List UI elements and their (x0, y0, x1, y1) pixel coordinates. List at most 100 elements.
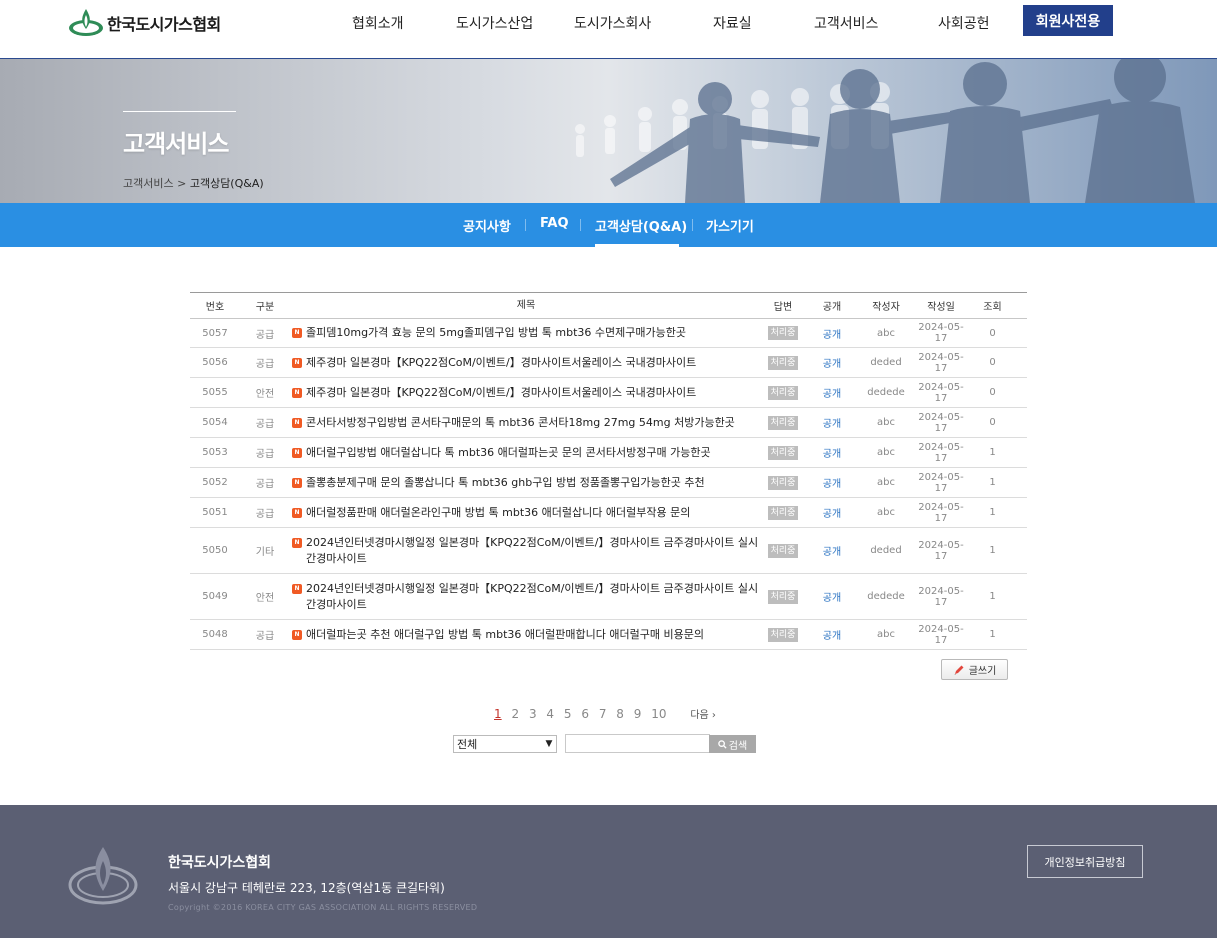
row-date: 2024-05-17 (918, 623, 964, 646)
page-link-1[interactable]: 1 (494, 707, 502, 721)
row-subject[interactable]: 2024년인터넷경마시행일정 일본경마【KPQ22점CoM/이벤트/】경마사이트… (306, 535, 760, 567)
row-answer: 처리중 (760, 543, 806, 558)
active-tab-indicator (595, 244, 679, 247)
row-open: 공개 (806, 475, 858, 490)
col-header-writer: 작성자 (872, 302, 900, 313)
status-badge: 처리중 (767, 589, 799, 604)
row-subject-link[interactable]: N 2024년인터넷경마시행일정 일본경마【KPQ22점CoM/이벤트/】경마사이… (290, 535, 760, 567)
row-open: 공개 (806, 355, 858, 370)
row-subject-link[interactable]: N 애더럴구입방법 애더럴삽니다 톡 mbt36 애더럴파는곳 문의 콘서타서방정… (290, 445, 760, 461)
table-row[interactable]: 5055 안전 N 제주경마 일본경마【KPQ22점CoM/이벤트/】경마사이트서… (190, 378, 1027, 408)
search-field-select[interactable]: 전체 ▼ (453, 735, 557, 753)
table-row[interactable]: 5054 공급 N 콘서타서방정구입방법 콘서타구매문의 톡 mbt36 콘서타1… (190, 408, 1027, 438)
new-icon: N (292, 629, 302, 640)
col-header-date: 작성일 (927, 302, 955, 313)
row-subject-link[interactable]: N 졸피뎀10mg가격 효능 문의 5mg졸피뎀구입 방법 톡 mbt36 수면제… (290, 325, 760, 341)
row-open: 공개 (806, 505, 858, 520)
col-header-no: 번호 (205, 302, 225, 313)
table-row[interactable]: 5056 공급 N 제주경마 일본경마【KPQ22점CoM/이벤트/】경마사이트서… (190, 348, 1027, 378)
row-subject[interactable]: 제주경마 일본경마【KPQ22점CoM/이벤트/】경마사이트서울레이스 국내경마… (306, 385, 696, 401)
chevron-down-icon: ▼ (545, 739, 553, 749)
table-row[interactable]: 5052 공급 N 졸뽕총분제구매 문의 졸뽕삽니다 톡 mbt36 ghb구입 … (190, 468, 1027, 498)
new-icon: N (292, 583, 302, 594)
new-icon: N (292, 328, 302, 338)
pagination: 1 2 3 4 5 6 7 8 9 10 다음 › (494, 706, 722, 721)
row-subject-link[interactable]: N 2024년인터넷경마시행일정 일본경마【KPQ22점CoM/이벤트/】경마사이… (290, 581, 760, 613)
table-header: 번호 구분 제목 답변 공개 작성자 작성일 조회 (190, 293, 1027, 319)
page-link-7[interactable]: 7 (599, 707, 607, 721)
row-category: 공급 (255, 419, 275, 430)
breadcrumb-separator: > (177, 177, 190, 190)
table-row[interactable]: 5050 기타 N 2024년인터넷경마시행일정 일본경마【KPQ22점CoM/이… (190, 528, 1027, 574)
nav-item-customer-service[interactable]: 고객서비스 (814, 13, 878, 33)
status-badge: 처리중 (767, 475, 799, 490)
table-row[interactable]: 5049 안전 N 2024년인터넷경마시행일정 일본경마【KPQ22점CoM/이… (190, 574, 1027, 620)
row-date: 2024-05-17 (918, 381, 964, 404)
page-link-4[interactable]: 4 (546, 707, 554, 721)
table-row[interactable]: 5048 공급 N 애더럴파는곳 추천 애더럴구입 방법 톡 mbt36 애더럴판… (190, 620, 1027, 650)
row-subject-link[interactable]: N 콘서타서방정구입방법 콘서타구매문의 톡 mbt36 콘서타18mg 27mg… (290, 415, 760, 431)
row-subject[interactable]: 애더럴구입방법 애더럴삽니다 톡 mbt36 애더럴파는곳 문의 콘서타서방정구… (306, 445, 711, 461)
row-subject-link[interactable]: N 졸뽕총분제구매 문의 졸뽕삽니다 톡 mbt36 ghb구입 방법 정품졸뽕구… (290, 475, 760, 491)
page-link-5[interactable]: 5 (564, 707, 572, 721)
row-subject-link[interactable]: N 애더럴파는곳 추천 애더럴구입 방법 톡 mbt36 애더럴판매합니다 애더럴… (290, 627, 760, 643)
table-row[interactable]: 5057 공급 N 졸피뎀10mg가격 효능 문의 5mg졸피뎀구입 방법 톡 m… (190, 319, 1027, 348)
row-writer: dedede (867, 591, 905, 602)
row-subject-link[interactable]: N 애더럴정품판매 애더럴온라인구매 방법 톡 mbt36 애더럴삽니다 애더럴부… (290, 505, 760, 521)
row-no: 5054 (202, 417, 228, 428)
status-badge: 처리중 (767, 326, 799, 340)
row-category: 안전 (255, 593, 275, 604)
row-views: 0 (989, 417, 996, 428)
new-icon: N (292, 447, 302, 458)
row-subject[interactable]: 제주경마 일본경마【KPQ22점CoM/이벤트/】경마사이트서울레이스 국내경마… (306, 355, 696, 371)
nav-item-social[interactable]: 사회공헌 (938, 13, 990, 33)
row-subject[interactable]: 애더럴정품판매 애더럴온라인구매 방법 톡 mbt36 애더럴삽니다 애더럴부작… (306, 505, 690, 521)
row-subject[interactable]: 애더럴파는곳 추천 애더럴구입 방법 톡 mbt36 애더럴판매합니다 애더럴구… (306, 627, 704, 643)
breadcrumb-item-current: 고객상담(Q&A) (189, 177, 264, 190)
row-subject[interactable]: 졸뽕총분제구매 문의 졸뽕삽니다 톡 mbt36 ghb구입 방법 정품졸뽕구입… (306, 475, 705, 491)
search-button[interactable]: 검색 (709, 735, 756, 753)
table-row[interactable]: 5051 공급 N 애더럴정품판매 애더럴온라인구매 방법 톡 mbt36 애더럴… (190, 498, 1027, 528)
row-subject-link[interactable]: N 제주경마 일본경마【KPQ22점CoM/이벤트/】경마사이트서울레이스 국내경… (290, 385, 760, 401)
row-writer: abc (877, 629, 895, 640)
row-subject[interactable]: 졸피뎀10mg가격 효능 문의 5mg졸피뎀구입 방법 톡 mbt36 수면제구… (306, 325, 686, 341)
nav-item-about[interactable]: 협회소개 (352, 13, 404, 33)
logo[interactable]: 한국도시가스협회 (68, 7, 221, 39)
tab-faq[interactable]: FAQ (540, 216, 569, 231)
new-icon: N (292, 537, 302, 548)
row-category: 공급 (255, 509, 275, 520)
page-link-10[interactable]: 10 (651, 707, 666, 721)
tab-gas-appliances[interactable]: 가스기기 (706, 216, 754, 235)
page-link-3[interactable]: 3 (529, 707, 537, 721)
new-icon: N (292, 507, 302, 518)
tab-qna[interactable]: 고객상담(Q&A) (595, 216, 687, 235)
page-link-9[interactable]: 9 (634, 707, 642, 721)
page-link-6[interactable]: 6 (581, 707, 589, 721)
table-row[interactable]: 5053 공급 N 애더럴구입방법 애더럴삽니다 톡 mbt36 애더럴파는곳 문… (190, 438, 1027, 468)
privacy-policy-button[interactable]: 개인정보취급방침 (1027, 845, 1143, 878)
row-subject[interactable]: 2024년인터넷경마시행일정 일본경마【KPQ22점CoM/이벤트/】경마사이트… (306, 581, 760, 613)
page-link-8[interactable]: 8 (616, 707, 624, 721)
row-subject-link[interactable]: N 제주경마 일본경마【KPQ22점CoM/이벤트/】경마사이트서울레이스 국내경… (290, 355, 760, 371)
col-header-answer: 답변 (773, 302, 793, 313)
row-writer: abc (877, 417, 895, 428)
row-date: 2024-05-17 (918, 441, 964, 464)
row-open-label: 공개 (822, 547, 842, 558)
member-only-button[interactable]: 회원사전용 (1023, 5, 1113, 36)
nav-item-industry[interactable]: 도시가스산업 (456, 13, 533, 33)
nav-item-companies[interactable]: 도시가스회사 (574, 13, 651, 33)
write-post-button[interactable]: 글쓰기 (941, 659, 1008, 680)
footer-copyright: Copyright ©2016 KOREA CITY GAS ASSOCIATI… (168, 903, 478, 912)
row-answer: 처리중 (760, 627, 806, 642)
row-no: 5050 (202, 545, 228, 556)
row-no: 5051 (202, 507, 228, 518)
nav-item-resources[interactable]: 자료실 (713, 13, 752, 33)
page-link-2[interactable]: 2 (511, 707, 519, 721)
search-input[interactable] (565, 734, 710, 753)
row-subject[interactable]: 콘서타서방정구입방법 콘서타구매문의 톡 mbt36 콘서타18mg 27mg … (306, 415, 735, 431)
breadcrumb-item-customer-service[interactable]: 고객서비스 (123, 177, 174, 190)
tab-notice[interactable]: 공지사항 (463, 216, 511, 235)
next-page-link[interactable]: 다음 › (690, 706, 716, 721)
pencil-icon (954, 665, 964, 675)
row-writer: abc (877, 477, 895, 488)
